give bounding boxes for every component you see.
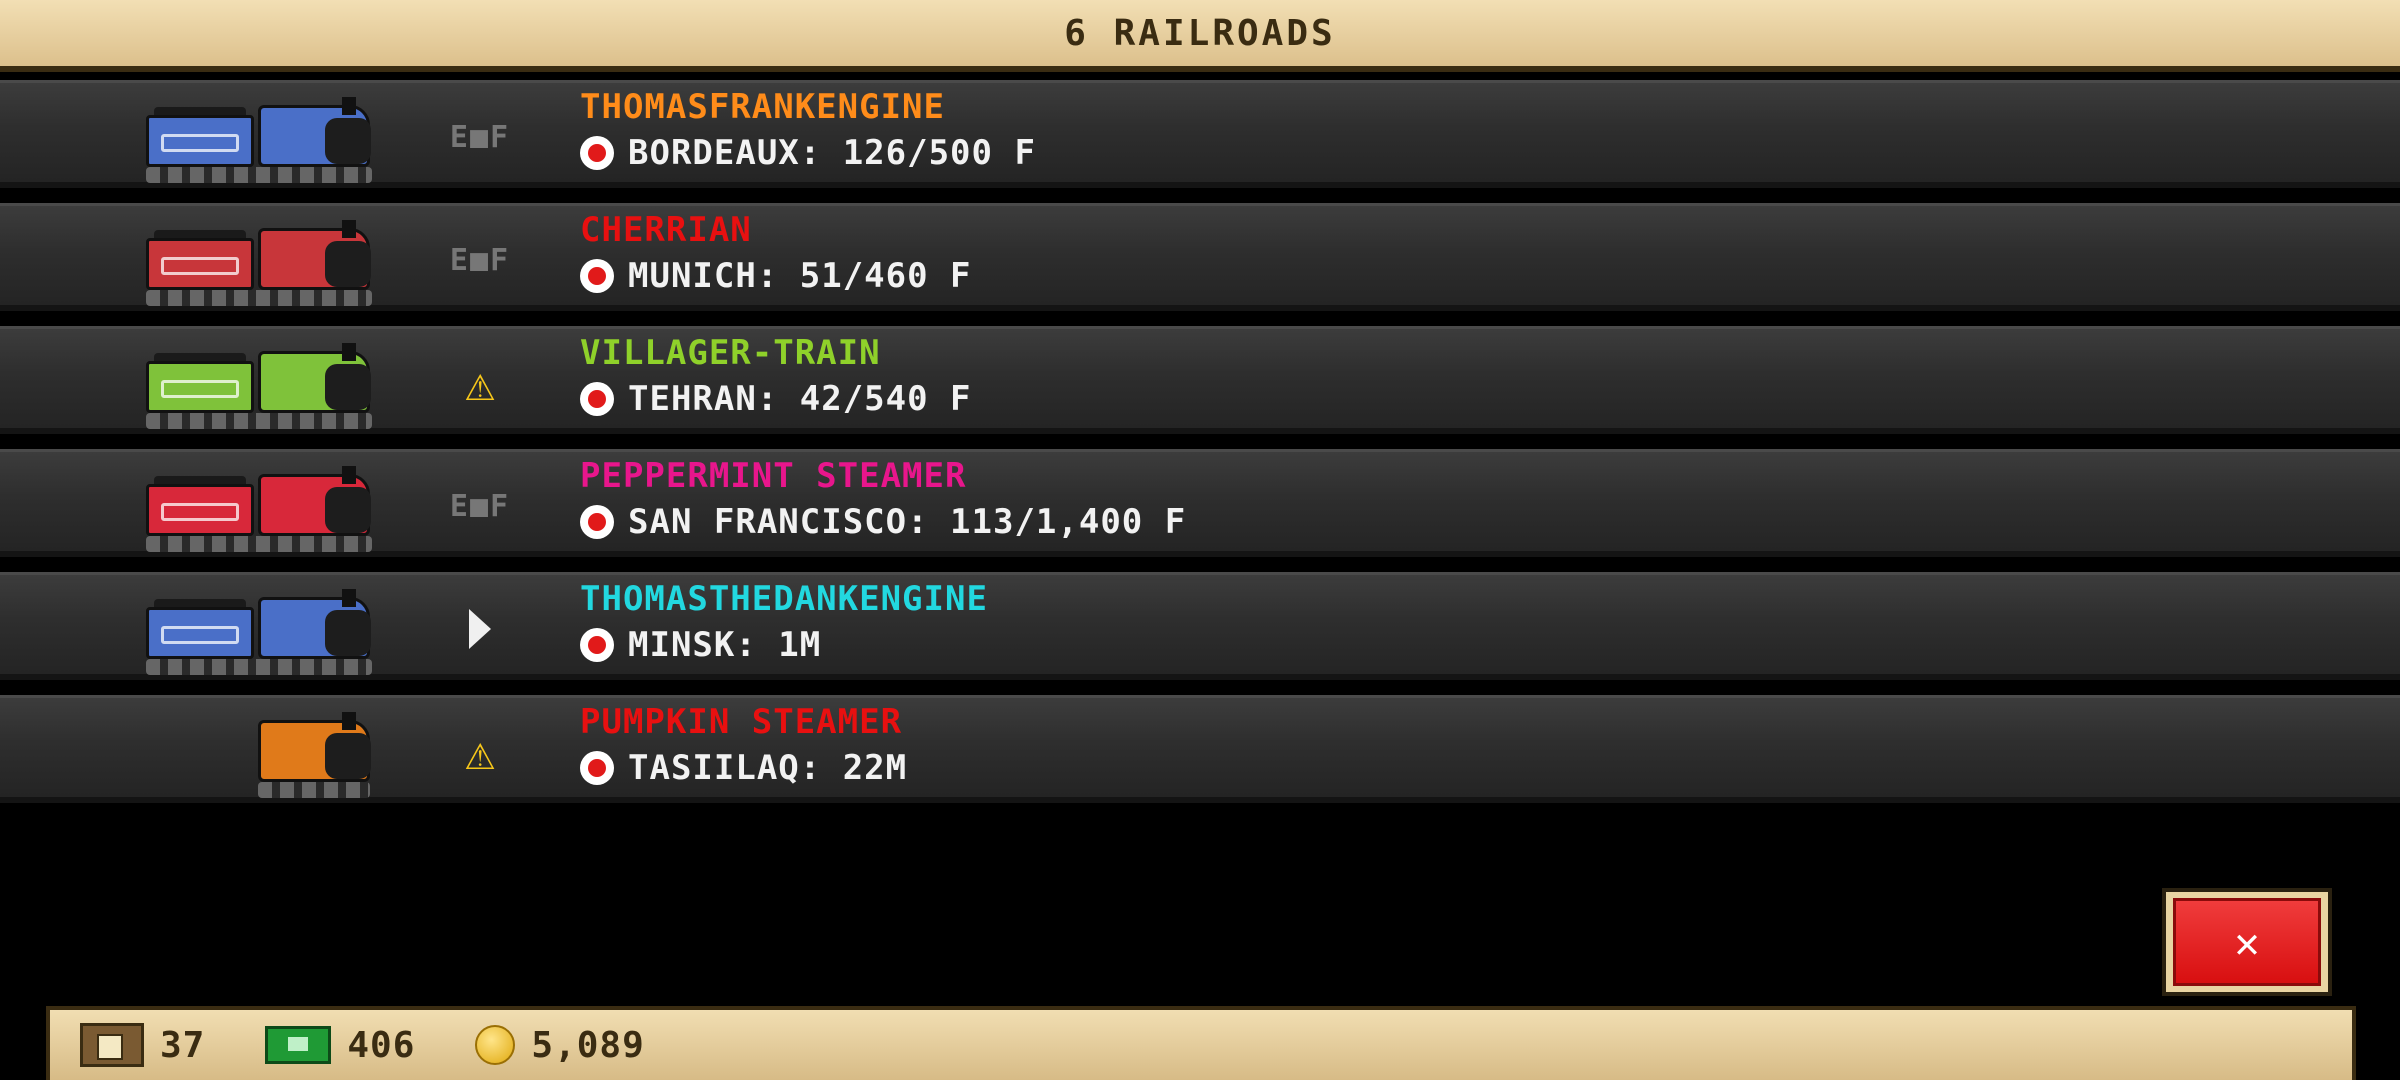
railroad-name: THOMASFRANKENGINE	[580, 87, 945, 127]
destination: MUNICH: 51/460 F	[580, 254, 972, 298]
steam-train-green-icon	[146, 343, 376, 429]
page-title: 6 RAILROADS	[1064, 12, 1336, 54]
steam-train-red-icon	[146, 220, 376, 306]
crate-counter: 37	[80, 1023, 205, 1067]
destination-text: BORDEAUX: 126/500 F	[628, 133, 1036, 173]
resource-bar: 37 406 5,089	[46, 1006, 2356, 1080]
destination: TASIILAQ: 22M	[580, 746, 907, 790]
fuel-gauge-icon: E■F	[449, 242, 511, 278]
railroad-row[interactable]: ⚠ VILLAGER-TRAIN TEHRAN: 42/540 F	[0, 326, 2400, 434]
railroad-row[interactable]: THOMASTHEDANKENGINE MINSK: 1M	[0, 572, 2400, 680]
cash-icon	[265, 1026, 332, 1064]
warning-icon: ⚠	[464, 723, 496, 781]
cash-count: 406	[347, 1024, 416, 1066]
destination-marker-icon	[580, 628, 614, 662]
railroad-name: THOMASTHEDANKENGINE	[580, 579, 988, 619]
fuel-gauge-icon: E■F	[449, 488, 511, 524]
railroad-name: PEPPERMINT STEAMER	[580, 456, 967, 496]
coin-counter: 5,089	[475, 1025, 644, 1066]
peppermint-steam-train-icon	[146, 466, 376, 552]
cash-counter: 406	[265, 1025, 415, 1066]
title-bar: 6 RAILROADS	[0, 0, 2400, 72]
destination-text: TASIILAQ: 22M	[628, 748, 908, 788]
destination-marker-icon	[580, 259, 614, 293]
close-button[interactable]: ✕	[2162, 888, 2332, 996]
warning-icon: ⚠	[464, 354, 496, 412]
railroad-row[interactable]: E■F CHERRIAN MUNICH: 51/460 F	[0, 203, 2400, 311]
play-icon[interactable]	[440, 601, 520, 657]
pumpkin-steam-train-icon	[258, 712, 374, 798]
destination-text: SAN FRANCISCO: 113/1,400 F	[628, 502, 1187, 542]
railroad-row[interactable]: E■F THOMASFRANKENGINE BORDEAUX: 126/500 F	[0, 80, 2400, 188]
destination-text: MINSK: 1M	[628, 625, 822, 665]
fuel-gauge-icon: E■F	[449, 119, 511, 155]
railroad-name: PUMPKIN STEAMER	[580, 702, 903, 742]
close-icon: ✕	[2234, 917, 2260, 967]
crate-icon	[80, 1023, 144, 1067]
railroad-row[interactable]: ⚠ PUMPKIN STEAMER TASIILAQ: 22M	[0, 695, 2400, 803]
destination-marker-icon	[580, 751, 614, 785]
destination-marker-icon	[580, 382, 614, 416]
destination-marker-icon	[580, 136, 614, 170]
coin-count: 5,089	[531, 1024, 645, 1066]
steam-train-blue-icon	[146, 97, 376, 183]
railroad-name: VILLAGER-TRAIN	[580, 333, 881, 373]
destination: TEHRAN: 42/540 F	[580, 377, 972, 421]
destination: BORDEAUX: 126/500 F	[580, 131, 1036, 175]
railroad-name: CHERRIAN	[580, 210, 752, 250]
destination: SAN FRANCISCO: 113/1,400 F	[580, 500, 1186, 544]
steam-train-blue-icon	[146, 589, 376, 675]
destination-text: MUNICH: 51/460 F	[628, 256, 972, 296]
destination-text: TEHRAN: 42/540 F	[628, 379, 972, 419]
coin-icon	[475, 1025, 516, 1065]
destination: MINSK: 1M	[580, 623, 821, 667]
crate-count: 37	[160, 1024, 206, 1066]
destination-marker-icon	[580, 505, 614, 539]
railroad-row[interactable]: E■F PEPPERMINT STEAMER SAN FRANCISCO: 113/…	[0, 449, 2400, 557]
